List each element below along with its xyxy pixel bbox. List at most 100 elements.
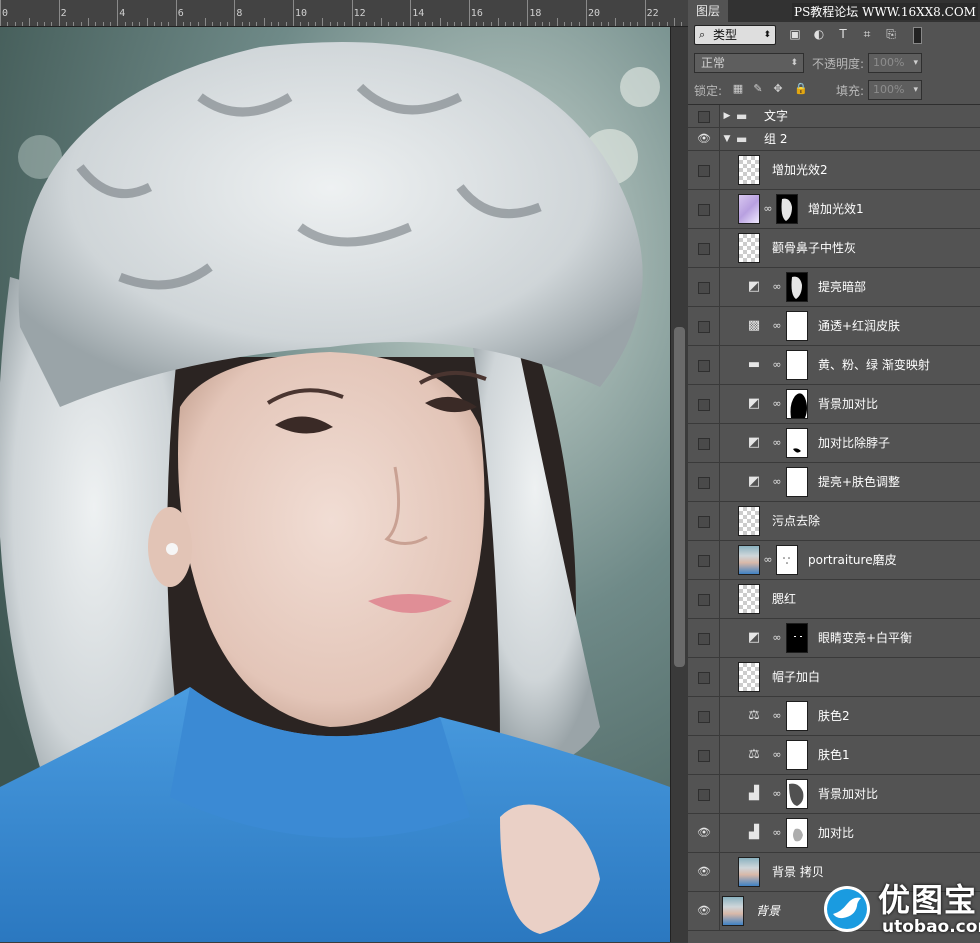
portrait-photo[interactable]: [0, 27, 670, 942]
hidden-visibility-box[interactable]: [698, 399, 710, 411]
layer-mask-thumbnail[interactable]: [786, 623, 808, 653]
chain-link-icon[interactable]: ∞: [763, 201, 773, 217]
layer-thumbnail[interactable]: [738, 584, 760, 614]
tab-layers[interactable]: 图层: [688, 0, 728, 22]
hidden-visibility-box[interactable]: [698, 165, 710, 177]
filter-toggle-switch[interactable]: [913, 27, 922, 44]
hidden-visibility-box[interactable]: [698, 555, 710, 567]
visibility-toggle[interactable]: [688, 307, 720, 345]
layer-thumbnail[interactable]: [738, 857, 760, 887]
visibility-toggle[interactable]: 👁: [688, 892, 720, 930]
layer-mask-thumbnail[interactable]: [786, 701, 808, 731]
curves-icon[interactable]: ◩: [746, 435, 762, 451]
layer-mask-thumbnail[interactable]: [786, 467, 808, 497]
hidden-visibility-box[interactable]: [698, 750, 710, 762]
layer-row[interactable]: ⚖ ∞ 肤色2: [688, 697, 980, 736]
visibility-toggle[interactable]: [688, 619, 720, 657]
visibility-toggle[interactable]: 👁: [688, 814, 720, 852]
layer-mask-thumbnail[interactable]: [786, 818, 808, 848]
visibility-toggle[interactable]: [688, 697, 720, 735]
blend-mode-select[interactable]: 正常 ⬍: [694, 53, 804, 73]
visibility-toggle[interactable]: [688, 775, 720, 813]
layer-row[interactable]: 污点去除: [688, 502, 980, 541]
layer-row[interactable]: 👁 ▼ ▬ 组 2: [688, 128, 980, 151]
chain-link-icon[interactable]: ∞: [772, 825, 782, 841]
channel-mixer-icon[interactable]: ▩: [746, 318, 762, 334]
eye-icon[interactable]: 👁: [697, 866, 711, 878]
curves-icon[interactable]: ◩: [746, 630, 762, 646]
layer-row[interactable]: ▟ ∞ 背景加对比: [688, 775, 980, 814]
horizontal-ruler[interactable]: 0 2 4 6 8 10 12 14 16 18 20 22: [0, 0, 688, 27]
layer-row[interactable]: ∞ 增加光效1: [688, 190, 980, 229]
image-filter-icon[interactable]: ▣: [788, 28, 802, 41]
chain-link-icon[interactable]: ∞: [763, 552, 773, 568]
hidden-visibility-box[interactable]: [698, 477, 710, 489]
hidden-visibility-box[interactable]: [698, 711, 710, 723]
filter-kind-select[interactable]: 类型 ⌕ ⬍: [694, 25, 776, 45]
eye-icon[interactable]: 👁: [697, 905, 711, 917]
smart-object-filter-icon[interactable]: ⎘: [884, 28, 898, 41]
layer-thumbnail[interactable]: [738, 506, 760, 536]
layer-thumbnail[interactable]: [738, 662, 760, 692]
opacity-field[interactable]: 100% ▾: [868, 53, 922, 73]
visibility-toggle[interactable]: [688, 424, 720, 462]
layer-row[interactable]: ◩ ∞ 加对比除脖子: [688, 424, 980, 463]
layer-thumbnail[interactable]: [722, 896, 744, 926]
layer-row[interactable]: 颧骨鼻子中性灰: [688, 229, 980, 268]
chain-link-icon[interactable]: ∞: [772, 708, 782, 724]
vertical-scrollbar[interactable]: [670, 27, 688, 942]
lock-pixels-icon[interactable]: ✎: [752, 83, 764, 95]
type-filter-icon[interactable]: T: [836, 28, 850, 41]
visibility-toggle[interactable]: [688, 229, 720, 267]
layer-row[interactable]: ◩ ∞ 背景加对比: [688, 385, 980, 424]
visibility-toggle[interactable]: [688, 268, 720, 306]
scrollbar-thumb[interactable]: [674, 327, 685, 667]
layer-row[interactable]: ▩ ∞ 通透+红润皮肤: [688, 307, 980, 346]
chain-link-icon[interactable]: ∞: [772, 396, 782, 412]
fill-field[interactable]: 100% ▾: [868, 80, 922, 100]
layer-mask-thumbnail[interactable]: [786, 389, 808, 419]
layer-mask-thumbnail[interactable]: [786, 350, 808, 380]
visibility-toggle[interactable]: 👁: [688, 853, 720, 891]
visibility-toggle[interactable]: [688, 385, 720, 423]
expand-triangle-icon[interactable]: ▼: [722, 133, 732, 145]
layer-mask-thumbnail[interactable]: [776, 194, 798, 224]
hidden-visibility-box[interactable]: [698, 789, 710, 801]
chain-link-icon[interactable]: ∞: [772, 474, 782, 490]
adjustment-filter-icon[interactable]: ◐: [812, 28, 826, 41]
shape-filter-icon[interactable]: ⌗: [860, 28, 874, 41]
eye-icon[interactable]: 👁: [697, 827, 711, 839]
levels-icon[interactable]: ▟: [746, 825, 762, 841]
layer-thumbnail[interactable]: [738, 194, 760, 224]
hidden-visibility-box[interactable]: [698, 633, 710, 645]
curves-icon[interactable]: ◩: [746, 474, 762, 490]
layer-row[interactable]: ◩ ∞ 提亮暗部: [688, 268, 980, 307]
layer-mask-thumbnail[interactable]: [786, 272, 808, 302]
hidden-visibility-box[interactable]: [698, 204, 710, 216]
visibility-toggle[interactable]: [688, 736, 720, 774]
collapse-triangle-icon[interactable]: ▶: [722, 110, 732, 122]
color-balance-icon[interactable]: ⚖: [746, 747, 762, 763]
gradient-map-icon[interactable]: ▬: [746, 357, 762, 373]
visibility-toggle[interactable]: [688, 580, 720, 618]
layer-row[interactable]: ◩ ∞ 眼睛变亮+白平衡: [688, 619, 980, 658]
layer-mask-thumbnail[interactable]: [776, 545, 798, 575]
visibility-toggle[interactable]: [688, 658, 720, 696]
layer-row[interactable]: ▬ ∞ 黄、粉、绿 渐变映射: [688, 346, 980, 385]
layer-row[interactable]: 👁 ▟ ∞ 加对比: [688, 814, 980, 853]
layer-row[interactable]: ⚖ ∞ 肤色1: [688, 736, 980, 775]
chain-link-icon[interactable]: ∞: [772, 630, 782, 646]
visibility-toggle[interactable]: [688, 541, 720, 579]
eye-icon[interactable]: 👁: [697, 133, 711, 145]
hidden-visibility-box[interactable]: [698, 360, 710, 372]
color-balance-icon[interactable]: ⚖: [746, 708, 762, 724]
layer-row[interactable]: 帽子加白: [688, 658, 980, 697]
levels-icon[interactable]: ▟: [746, 786, 762, 802]
chain-link-icon[interactable]: ∞: [772, 786, 782, 802]
layer-row[interactable]: ∞ portraiture磨皮: [688, 541, 980, 580]
lock-transparent-icon[interactable]: ▦: [732, 83, 744, 95]
hidden-visibility-box[interactable]: [698, 111, 710, 123]
hidden-visibility-box[interactable]: [698, 594, 710, 606]
curves-icon[interactable]: ◩: [746, 396, 762, 412]
chain-link-icon[interactable]: ∞: [772, 279, 782, 295]
